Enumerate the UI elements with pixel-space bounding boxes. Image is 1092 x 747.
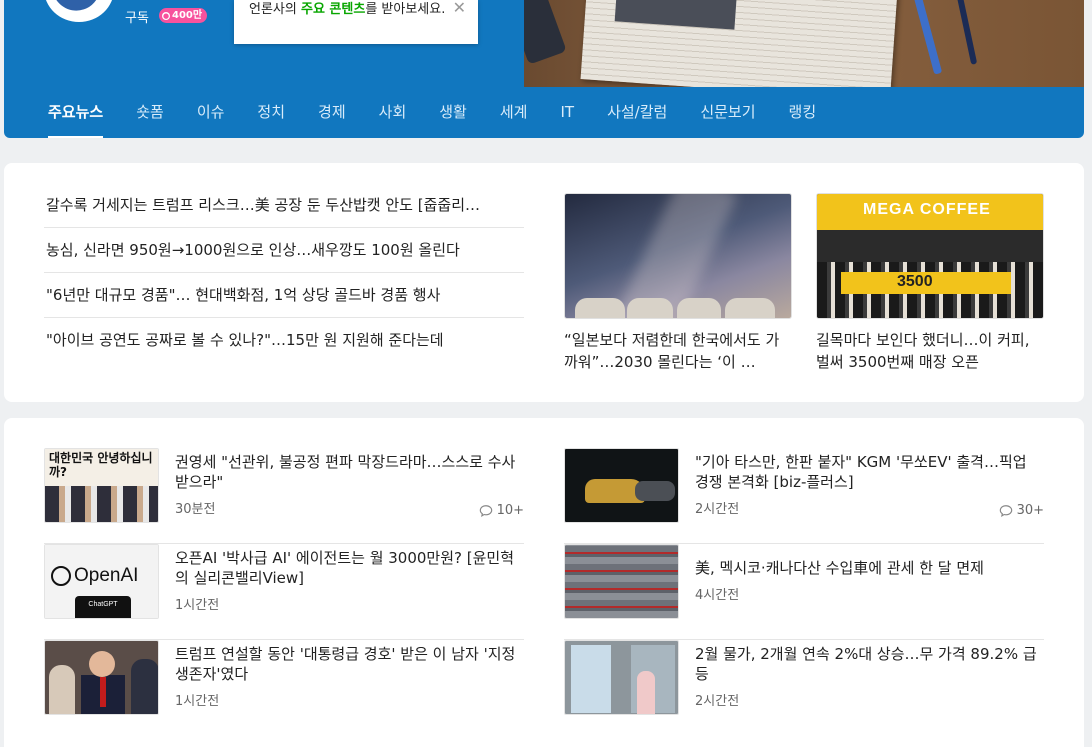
article-thumbnail[interactable] (564, 544, 679, 619)
photo-news-caption[interactable]: “일본보다 저렴한데 한국에서도 가까워”…2030 몰린다는 ‘이 … (564, 329, 792, 373)
article-title[interactable]: 美, 멕시코·캐나다산 수입車에 관세 한 달 면제 (695, 558, 1040, 578)
subscribe-tooltip: 언론사의 주요 콘텐츠를 받아보세요. ✕ (234, 0, 478, 44)
press-header: 구독 ● 400만 언론사의 주요 콘텐츠를 받아보세요. ✕ 주요뉴스 숏폼 이… (4, 0, 1084, 138)
article-column-right: "기아 타스만, 한판 붙자" KGM '무쏘EV' 출격…픽업 경쟁 본격화 … (564, 448, 1044, 736)
tab-editorial[interactable]: 사설/칼럼 (607, 87, 667, 138)
article-title[interactable]: 2월 물가, 2개월 연속 2%대 상승…무 가격 89.2% 급등 (695, 644, 1040, 684)
tab-society[interactable]: 사회 (379, 87, 407, 138)
tab-it[interactable]: IT (560, 87, 574, 138)
subscriber-icon: ● (162, 11, 170, 20)
article-time: 4시간전 (695, 588, 740, 603)
article-thumbnail[interactable] (564, 640, 679, 715)
tab-ranking[interactable]: 랭킹 (789, 87, 817, 138)
tab-politics[interactable]: 정치 (257, 87, 285, 138)
headline-link[interactable]: 갈수록 거세지는 트럼프 리스크…美 공장 둔 두산밥캣 안도 [줍줍리… (44, 183, 524, 228)
article-column-left: 대한민국 안녕하십니까? 권영세 "선관위, 불공정 편파 막장드라마…스스로 … (44, 448, 524, 736)
article-item[interactable]: 트럼프 연설할 동안 '대통령급 경호' 받은 이 남자 '지정 생존자'였다 … (44, 640, 524, 736)
tab-issue[interactable]: 이슈 (197, 87, 225, 138)
coffee-store-thumbnail[interactable]: MEGA COFFEE 3500 (816, 193, 1044, 319)
article-item[interactable]: 대한민국 안녕하십니까? 권영세 "선관위, 불공정 편파 막장드라마…스스로 … (44, 448, 524, 544)
article-item[interactable]: OpenAI ChatGPT 오픈AI '박사급 AI' 에이전트는 월 3000… (44, 544, 524, 640)
tab-economy[interactable]: 경제 (318, 87, 346, 138)
article-time: 1시간전 (175, 598, 220, 613)
article-title[interactable]: "기아 타스만, 한판 붙자" KGM '무쏘EV' 출격…픽업 경쟁 본격화 … (695, 452, 1040, 492)
article-item[interactable]: "기아 타스만, 한판 붙자" KGM '무쏘EV' 출격…픽업 경쟁 본격화 … (564, 448, 1044, 544)
tab-life[interactable]: 생활 (439, 87, 467, 138)
article-item[interactable]: 2월 물가, 2개월 연속 2%대 상승…무 가격 89.2% 급등 2시간전 (564, 640, 1044, 736)
article-list-card: 대한민국 안녕하십니까? 권영세 "선관위, 불공정 편파 막장드라마…스스로 … (4, 418, 1084, 747)
article-time: 30분전 (175, 502, 216, 517)
photo-news-card[interactable]: MEGA COFFEE 3500 길목마다 보인다 했더니…이 커피, 벌써 3… (816, 193, 1044, 373)
section-tabs: 주요뉴스 숏폼 이슈 정치 경제 사회 생활 세계 IT 사설/칼럼 신문보기 … (4, 87, 1084, 138)
article-thumbnail[interactable] (564, 448, 679, 523)
photo-news-card[interactable]: “일본보다 저렴한데 한국에서도 가까워”…2030 몰린다는 ‘이 … (564, 193, 792, 373)
press-logo[interactable] (44, 0, 114, 22)
top-news-card: 갈수록 거세지는 트럼프 리스크…美 공장 둔 두산밥캣 안도 [줍줍리… 농심… (4, 163, 1084, 402)
article-time: 1시간전 (175, 694, 220, 709)
comment-icon (999, 504, 1012, 517)
newspaper-banner-image (524, 0, 1084, 87)
article-item[interactable]: 美, 멕시코·캐나다산 수입車에 관세 한 달 면제 4시간전 (564, 544, 1044, 640)
headline-list: 갈수록 거세지는 트럼프 리스크…美 공장 둔 두산밥캣 안도 [줍줍리… 농심… (44, 183, 524, 363)
headline-link[interactable]: 농심, 신라면 950원→1000원으로 인상…새우깡도 100원 올린다 (44, 228, 524, 273)
article-thumbnail[interactable] (44, 640, 159, 715)
headline-link[interactable]: "아이브 공연도 공짜로 볼 수 있나?"…15만 원 지원해 준다는데 (44, 318, 524, 363)
tab-newspaper-view[interactable]: 신문보기 (700, 87, 755, 138)
article-time: 2시간전 (695, 694, 740, 709)
close-icon[interactable]: ✕ (453, 0, 466, 16)
article-thumbnail[interactable]: 대한민국 안녕하십니까? (44, 448, 159, 523)
article-thumbnail[interactable]: OpenAI ChatGPT (44, 544, 159, 619)
article-time: 2시간전 (695, 502, 740, 517)
article-title[interactable]: 트럼프 연설할 동안 '대통령급 경호' 받은 이 남자 '지정 생존자'였다 (175, 644, 520, 684)
comment-icon (479, 504, 492, 517)
milky-way-thumbnail[interactable] (564, 193, 792, 319)
tab-world[interactable]: 세계 (500, 87, 528, 138)
comment-count[interactable]: 10+ (479, 503, 524, 518)
comment-count[interactable]: 30+ (999, 503, 1044, 518)
photo-news-caption[interactable]: 길목마다 보인다 했더니…이 커피, 벌써 3500번째 매장 오픈 (816, 329, 1044, 373)
tab-shortform[interactable]: 숏폼 (136, 87, 164, 138)
subscribe-label[interactable]: 구독 (125, 7, 149, 26)
article-title[interactable]: 권영세 "선관위, 불공정 편파 막장드라마…스스로 수사 받으라" (175, 452, 520, 492)
subscriber-count-badge: ● 400만 (159, 8, 208, 23)
article-title[interactable]: 오픈AI '박사급 AI' 에이전트는 월 3000만원? [윤민혁의 실리콘밸… (175, 548, 520, 588)
tab-main-news[interactable]: 주요뉴스 (48, 87, 104, 138)
headline-link[interactable]: "6년만 대규모 경품"… 현대백화점, 1억 상당 골드바 경품 행사 (44, 273, 524, 318)
